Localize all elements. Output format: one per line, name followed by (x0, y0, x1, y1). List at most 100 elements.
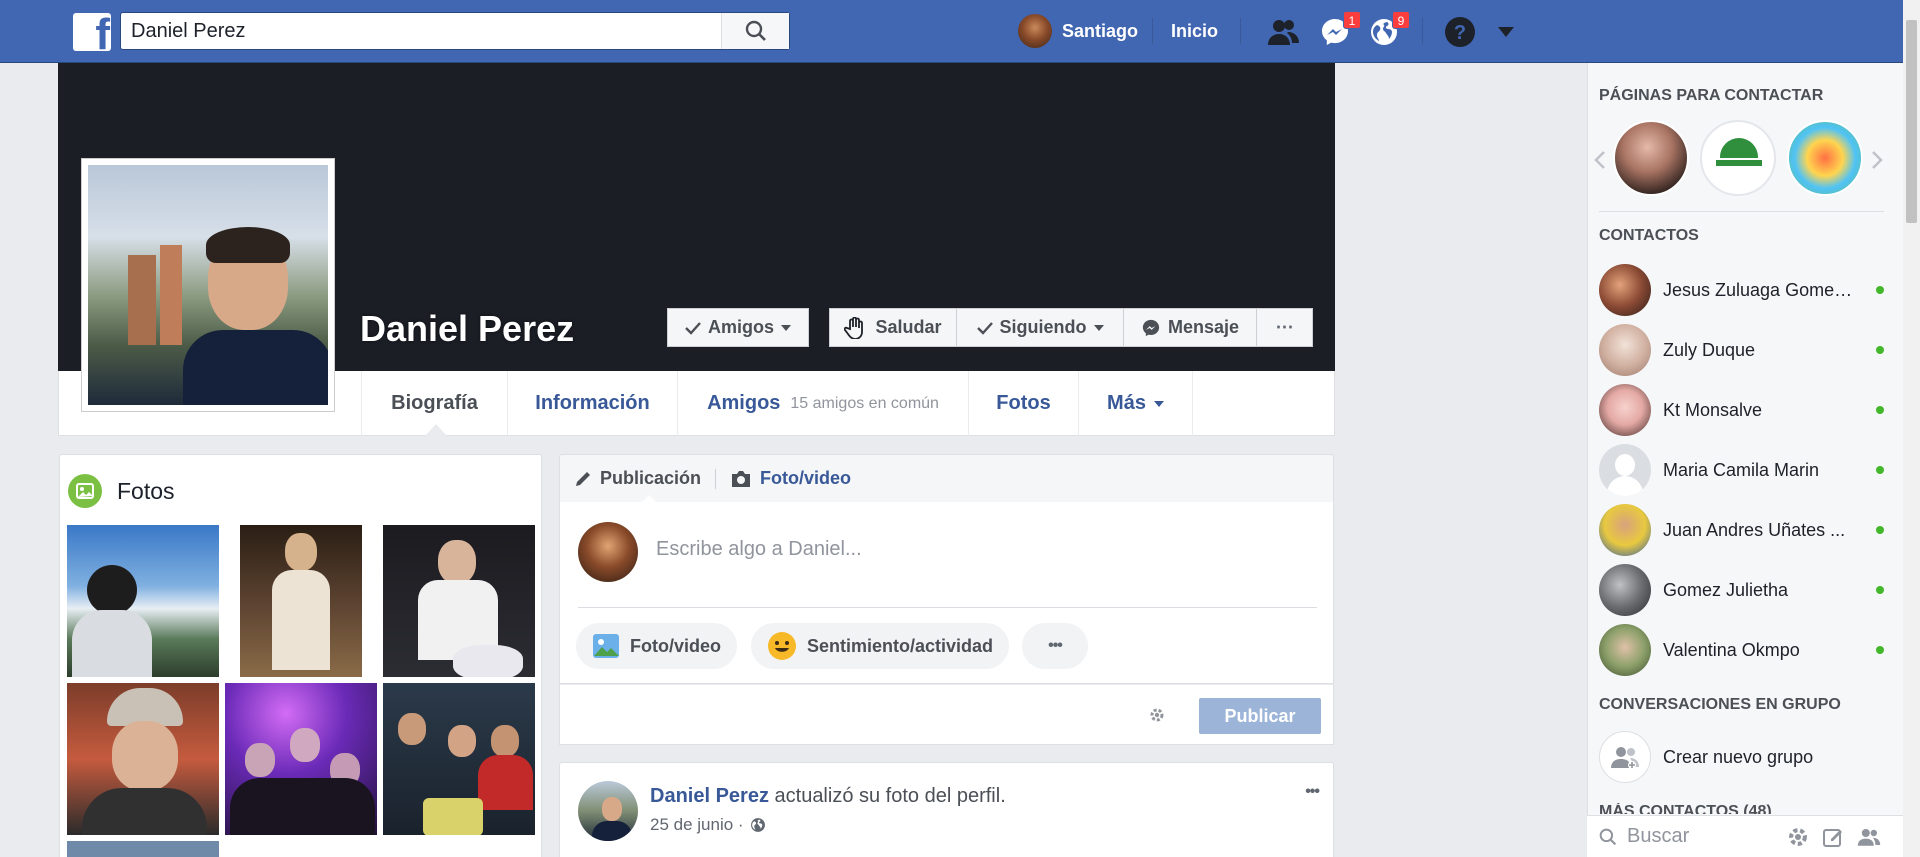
chevron-left-icon[interactable] (1594, 151, 1606, 169)
message-button[interactable]: Mensaje (1123, 308, 1257, 347)
tab-photo-video[interactable]: Foto/video (716, 468, 865, 489)
search-box (120, 12, 790, 50)
online-indicator (1876, 406, 1884, 414)
tab-more[interactable]: Más (1078, 371, 1193, 436)
new-group-icon[interactable] (1857, 826, 1881, 848)
contact-avatar (1599, 264, 1651, 316)
photo-thumbnail[interactable] (383, 683, 535, 835)
globe-icon[interactable] (750, 817, 766, 833)
new-group-icon (1599, 731, 1651, 783)
page-avatar[interactable] (1787, 120, 1863, 196)
post-header: Daniel Perez actualizó su foto del perfi… (650, 785, 1006, 808)
composer-input[interactable]: Escribe algo a Daniel... (656, 538, 862, 561)
friend-requests-button[interactable] (1265, 14, 1301, 50)
contact-avatar (1599, 504, 1651, 556)
following-button[interactable]: Siguiendo (956, 308, 1124, 347)
wave-hand-icon (844, 316, 864, 339)
publish-button[interactable]: Publicar (1199, 698, 1321, 734)
online-indicator (1876, 466, 1884, 474)
page-scrollbar[interactable] (1903, 0, 1920, 857)
help-button[interactable]: ? (1442, 14, 1478, 50)
photos-icon (68, 474, 102, 508)
svg-text:?: ? (1454, 22, 1466, 44)
sidebar-search[interactable]: Buscar (1587, 815, 1903, 857)
contact-item[interactable]: Gomez Julietha (1599, 564, 1884, 616)
photos-heading[interactable]: Fotos (68, 474, 175, 508)
new-message-icon[interactable] (1822, 826, 1844, 848)
tab-post[interactable]: Publicación (560, 468, 715, 489)
messages-button[interactable]: 1 (1317, 11, 1361, 50)
profile-photo-image (88, 165, 328, 405)
page-avatar[interactable] (1613, 120, 1689, 196)
more-contacts-heading: MÁS CONTACTOS (48) (1599, 803, 1772, 814)
online-indicator (1876, 526, 1884, 534)
contact-avatar (1599, 624, 1651, 676)
page-avatar[interactable] (1700, 120, 1776, 196)
friends-button[interactable]: Amigos (667, 308, 809, 347)
check-icon (685, 321, 701, 335)
help-icon: ? (1445, 17, 1475, 47)
profile-picture[interactable] (81, 158, 335, 412)
online-indicator (1876, 586, 1884, 594)
tab-about[interactable]: Información (507, 371, 677, 436)
sidebar-search-input[interactable]: Buscar (1627, 825, 1689, 848)
photo-thumbnail[interactable] (225, 683, 377, 835)
post-card: Daniel Perez actualizó su foto del perfi… (559, 762, 1334, 857)
photo-thumbnail[interactable] (67, 683, 219, 835)
active-tab-indicator (425, 424, 447, 436)
profile-name[interactable]: Daniel Perez (360, 308, 574, 350)
more-actions-button[interactable]: ••• (1022, 623, 1088, 669)
tab-photos[interactable]: Fotos (968, 371, 1078, 436)
pencil-icon (576, 471, 590, 486)
facebook-logo[interactable]: f (73, 13, 111, 51)
gear-icon[interactable] (1149, 707, 1165, 723)
notifications-button[interactable]: 9 (1366, 11, 1410, 50)
photo-thumbnail[interactable] (240, 525, 362, 677)
contact-item[interactable]: Jesus Zuluaga Gomeez (1599, 264, 1884, 316)
photo-thumbnail[interactable] (67, 525, 219, 677)
scrollbar-thumb[interactable] (1906, 20, 1917, 223)
profile-link[interactable]: Santiago (1018, 14, 1138, 48)
caret-down-icon (1498, 27, 1514, 37)
group-conversations-heading: CONVERSACIONES EN GRUPO (1599, 696, 1841, 713)
pages-heading: PÁGINAS PARA CONTACTAR (1599, 87, 1824, 104)
tab-friends[interactable]: Amigos 15 amigos en común (677, 371, 968, 436)
user-avatar (1018, 14, 1052, 48)
contact-item[interactable]: Kt Monsalve (1599, 384, 1884, 436)
check-icon (976, 321, 993, 335)
post-author-avatar[interactable] (578, 781, 638, 841)
more-options-button[interactable]: ⋯ (1256, 308, 1313, 347)
composer-tabs: Publicación Foto/video (559, 454, 1334, 503)
contact-item[interactable]: Juan Andres Uñates ... (1599, 504, 1884, 556)
more-icon: ⋯ (1275, 317, 1294, 337)
home-link[interactable]: Inicio (1171, 21, 1218, 42)
search-input[interactable] (121, 13, 721, 49)
messenger-icon (1142, 319, 1160, 336)
feeling-activity-button[interactable]: Sentimiento/actividad (751, 623, 1010, 669)
user-name: Santiago (1062, 20, 1139, 41)
post-options-button[interactable]: ••• (1305, 783, 1320, 801)
online-indicator (1876, 346, 1884, 354)
photo-thumbnail[interactable] (67, 841, 219, 857)
account-menu-button[interactable] (1488, 14, 1524, 50)
camera-icon (732, 470, 751, 487)
post-author-link[interactable]: Daniel Perez (650, 785, 769, 807)
search-button[interactable] (721, 13, 789, 49)
notifications-badge: 9 (1392, 11, 1410, 29)
top-navigation-bar: f Santiago Inicio 1 9 ? (0, 0, 1920, 63)
contact-item[interactable]: Zuly Duque (1599, 324, 1884, 376)
post-meta: 25 de junio · (650, 815, 766, 835)
contact-avatar (1599, 444, 1651, 496)
post-date[interactable]: 25 de junio · (650, 815, 744, 835)
gear-icon[interactable] (1787, 826, 1809, 848)
photo-thumbnail[interactable] (383, 525, 535, 677)
wave-button[interactable]: Saludar (829, 308, 957, 347)
search-icon (1599, 828, 1617, 845)
photo-video-button[interactable]: Foto/video (576, 623, 737, 669)
contact-item[interactable]: Valentina Okmpo (1599, 624, 1884, 676)
create-group-button[interactable]: Crear nuevo grupo (1599, 731, 1884, 783)
photo-icon (593, 634, 619, 658)
chevron-right-icon[interactable] (1871, 151, 1883, 169)
contact-item[interactable]: Maria Camila Marin (1599, 444, 1884, 496)
online-indicator (1876, 286, 1884, 294)
